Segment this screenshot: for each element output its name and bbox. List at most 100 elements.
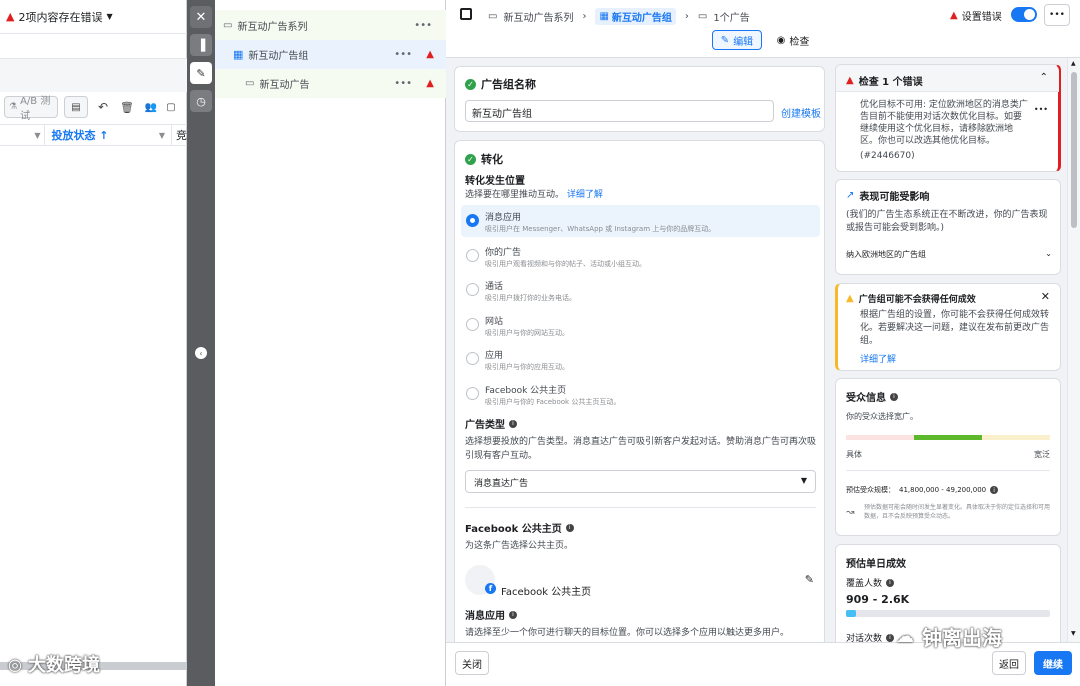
flask-icon: ⚗ [9,102,18,112]
radio-button[interactable] [466,248,479,262]
option-description: 吸引用户拨打你的业务电话。 [485,294,576,302]
sidebar-toggle-icon[interactable] [460,8,472,20]
conversion-option[interactable]: 消息应用 吸引用户在 Messenger、WhatsApp 或 Instagram… [461,205,820,237]
trash-icon[interactable]: 🗑 [118,101,136,114]
info-icon[interactable]: i [990,486,999,494]
close-button[interactable]: 关闭 [455,651,489,675]
option-title: 你的广告 [485,247,522,258]
continue-button[interactable]: 继续 [1034,651,1072,675]
folder-icon: ▭ [223,19,233,31]
eu-adsets-row[interactable]: 纳入欧洲地区的广告组 ⌄ [846,249,1052,260]
setup-errors[interactable]: ▲ 设置错误 [950,8,1002,23]
error-body: 优化目标不可用: 定位欧洲地区的消息类广告目前不能使用对话次数优化目标。如要继续… [860,100,1028,146]
errors-title: 检查 1 个错误 [858,77,923,88]
duplicate-button[interactable]: ▤ [64,96,88,118]
vertical-scrollbar[interactable]: ▲ ▼ [1067,58,1080,642]
more-icon[interactable]: ••• [414,20,432,31]
people-icon[interactable]: 👥 [142,102,160,113]
conversion-option[interactable]: 网站 吸引用户与你的网站互动。 [461,309,820,341]
performance-body: (我们的广告生态系统正在不断改进，你的广告表现或报告可能会受到影响。) [846,210,1048,233]
reach-value: 909 - 2.6K [846,593,910,606]
info-icon[interactable]: i [886,633,895,642]
more-icon[interactable]: ••• [394,78,412,89]
info-icon[interactable]: i [509,610,517,619]
pencil-icon[interactable]: ✎ [805,573,814,586]
error-summary-text: 2项内容存在错误 [18,10,103,24]
radio-button[interactable] [466,352,479,365]
tree-item-adset[interactable]: ▦ 新互动广告组 ••• ▲ [215,40,446,69]
pencil-icon[interactable]: ✎ [190,62,212,84]
warning-icon: ▲ [950,10,958,21]
tab-review[interactable]: ◉ 检查 [770,30,816,50]
more-button[interactable]: ••• [1044,4,1070,26]
option-title: Facebook 公共主页 [485,385,567,396]
section-title: 转化 [481,153,503,166]
comment-icon[interactable]: ▢ [166,102,176,113]
learn-more-link[interactable]: 详细了解 [860,352,896,365]
error-summary-bar[interactable]: ▲ 2项内容存在错误 ▼ [0,0,187,34]
tab-edit[interactable]: ✎ 编辑 [712,30,762,50]
column-delivery-status[interactable]: 投放状态 ↑ ▼ [45,125,172,145]
create-template-link[interactable]: 创建模板 [781,105,821,120]
conversion-card: ✓ 转化 转化发生位置 选择要在哪里推动互动。 详细了解 消息应用 吸引用户在 M… [454,140,825,642]
info-icon[interactable]: i [509,419,517,428]
more-icon[interactable]: ••• [394,49,412,60]
fb-page-selector[interactable]: f Facebook 公共主页 ✎ [465,565,816,599]
ad-type-select[interactable]: 消息直达广告 ▼ [465,470,816,493]
caret-down-icon: ▼ [106,12,113,21]
grid-icon: ▦ [599,11,609,22]
fb-page-help: 为这条广告选择公共主页。 [465,541,574,551]
close-icon[interactable]: ✕ [1041,290,1050,303]
learn-more-link[interactable]: 详细了解 [567,190,603,200]
location-help: 选择要在哪里推动互动。 [465,190,565,200]
scroll-down-icon[interactable]: ▼ [1071,630,1076,637]
adset-name-card: ✓ 广告组名称 新互动广告组 创建模板 [454,66,825,132]
radio-button[interactable] [466,283,479,296]
table-toolbar: ⚗ A/B 测试 ▤ ↶ 🗑 👥 ▢ [0,92,187,122]
breadcrumb-ad[interactable]: 1个广告 [713,9,749,24]
info-icon[interactable]: i [565,523,574,532]
ab-test-button[interactable]: ⚗ A/B 测试 [4,96,58,122]
radio-button[interactable] [466,214,479,227]
publish-toggle[interactable] [1011,7,1037,22]
scroll-up-icon[interactable]: ▲ [1071,60,1076,67]
audience-desc: 你的受众选择宽广。 [846,412,918,421]
scroll-thumb[interactable] [1071,72,1077,228]
radio-button[interactable] [466,386,479,400]
column-dropdown[interactable]: ▼ [0,125,46,145]
radio-button[interactable] [466,317,479,331]
info-icon[interactable]: i [886,578,895,587]
error-code: (#2446670) [860,151,915,161]
tree-item-ad[interactable]: ▭ 新互动广告 ••• ▲ [215,69,446,98]
column-cut[interactable]: 竞 [172,127,187,143]
conversion-option[interactable]: Facebook 公共主页 吸引用户与你的 Facebook 公共主页互动。 [461,378,820,410]
option-title: 网站 [485,316,504,327]
conversion-option[interactable]: 你的广告 吸引用户观看视频和与你的帖子、活动或小组互动。 [461,240,820,272]
size-value: 41,800,000 - 49,200,000 [899,486,987,494]
table-header: ▼ 投放状态 ↑ ▼ 竞 [0,124,187,146]
clock-icon[interactable]: ◷ [190,90,212,112]
option-description: 吸引用户与你的应用互动。 [485,363,569,371]
sort-caret-icon: ▼ [158,130,165,140]
adset-name-input[interactable]: 新互动广告组 [465,100,774,122]
broad-label: 宽泛 [1034,450,1050,459]
check-circle-icon: ✓ [465,78,476,90]
no-results-body: 根据广告组的设置，你可能不会获得任何成效转化。若要解决这一问题，建议在发布前更改… [860,310,1050,346]
warning-icon: ▲ [846,293,854,304]
conversion-option[interactable]: 应用 吸引用户与你的应用互动。 [461,343,820,375]
watermark-logo-icon: ◎ [8,654,22,674]
close-icon[interactable]: ✕ [190,6,212,28]
conversion-option[interactable]: 通话 吸引用户拨打你的业务电话。 [461,274,820,306]
back-button[interactable]: 返回 [992,651,1026,675]
breadcrumb-adset[interactable]: ▦ 新互动广告组 [595,8,676,25]
watermark-right: ☁ 钟离出海 [896,626,1002,650]
tree-item-campaign[interactable]: ▭ 新互动广告系列 ••• [215,10,446,40]
undo-icon[interactable]: ↶ [94,100,112,114]
more-icon[interactable]: ••• [1034,105,1048,114]
ad-type-help: 选择想要投放的广告类型。消息直达广告可吸引新客户发起对话。赞助消息广告可再次吸引… [465,437,817,461]
info-icon[interactable]: i [890,392,898,401]
chart-icon[interactable]: ▐ [190,34,212,56]
collapse-chevron-icon[interactable]: ‹ [195,347,207,359]
chevron-up-icon[interactable]: ⌃ [1040,72,1048,83]
breadcrumb-campaign[interactable]: 新互动广告系列 [503,9,573,24]
